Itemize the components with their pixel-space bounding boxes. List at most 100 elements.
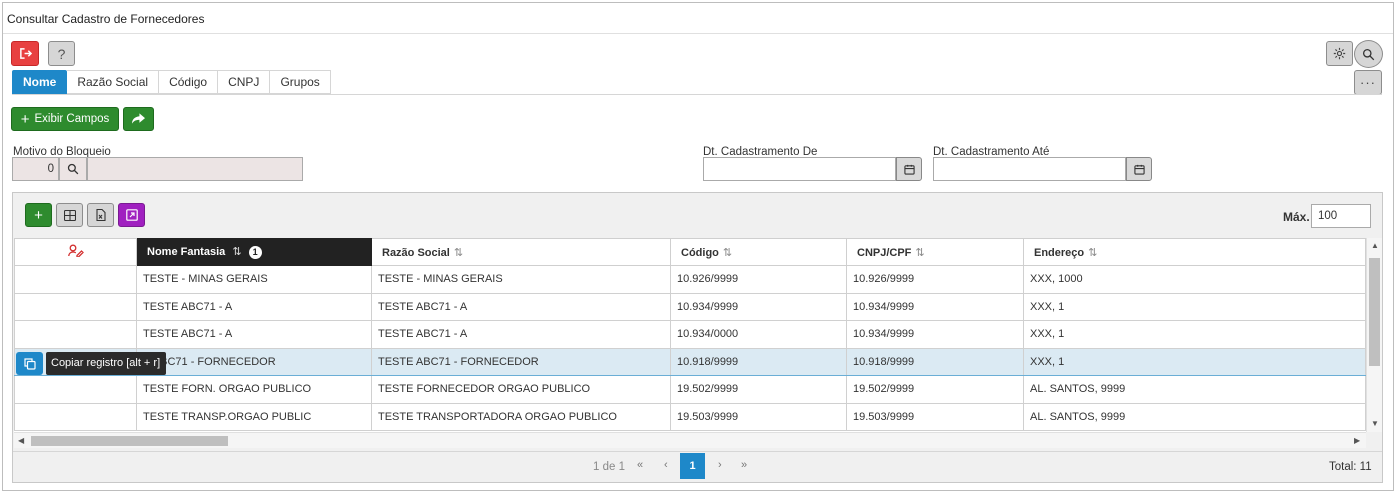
next-page-button[interactable]: › — [718, 459, 722, 471]
column-header-endereco[interactable]: Endereço ⇅ — [1023, 238, 1366, 266]
scroll-up-arrow-icon[interactable]: ▲ — [1371, 241, 1379, 250]
row-actions-cell[interactable] — [14, 320, 137, 349]
tabs-divider — [12, 94, 1382, 95]
share-arrow-icon — [132, 113, 145, 124]
cell-razao: TESTE ABC71 - A — [371, 292, 671, 321]
table-row[interactable]: TESTE TRANSP.ORGAO PUBLIC TESTE TRANSPORT… — [14, 402, 1366, 431]
scroll-left-arrow-icon[interactable]: ◀ — [18, 436, 24, 445]
results-table-wrapper: Nome Fantasia ⇅ 1 Razão Social ⇅ Código ⇅ … — [14, 238, 1366, 432]
exibir-campos-button[interactable]: + Exibir Campos — [11, 107, 119, 131]
dt-cadastramento-de-field[interactable] — [703, 157, 896, 181]
search-tabs: Nome Razão Social Código CNPJ Grupos — [12, 70, 331, 94]
column-header-label: Código — [681, 246, 719, 259]
sort-icon: ⇅ — [453, 246, 464, 259]
tab-nome[interactable]: Nome — [12, 70, 68, 94]
settings-button[interactable] — [1326, 41, 1353, 66]
table-row[interactable]: E ABC71 - FORNECEDOR TESTE ABC71 - FORNEC… — [14, 347, 1366, 376]
actions-column-header[interactable] — [14, 238, 137, 266]
cell-razao: TESTE - MINAS GERAIS — [371, 265, 671, 294]
sort-icon: ⇅ — [1088, 246, 1098, 259]
column-header-label: Nome Fantasia — [147, 246, 226, 258]
row-actions-cell[interactable] — [14, 375, 137, 404]
cell-codigo: 10.926/9999 — [670, 265, 847, 294]
exit-icon — [19, 48, 32, 59]
tab-cnpj[interactable]: CNPJ — [218, 70, 271, 94]
row-actions-cell[interactable] — [14, 265, 137, 294]
search-icon — [1362, 48, 1375, 60]
column-header-label: Razão Social — [382, 246, 450, 259]
report-button[interactable] — [118, 203, 145, 227]
column-header-nome-fantasia[interactable]: Nome Fantasia ⇅ 1 — [136, 238, 372, 266]
row-actions-cell[interactable] — [14, 402, 137, 431]
table-row[interactable]: TESTE FORN. ORGAO PUBLICO TESTE FORNECEDO… — [14, 375, 1366, 404]
scroll-down-arrow-icon[interactable]: ▼ — [1371, 419, 1379, 428]
horizontal-scroll-thumb[interactable] — [31, 436, 228, 446]
tab-grupos[interactable]: Grupos — [270, 70, 331, 94]
previous-page-button[interactable]: ‹ — [664, 459, 668, 471]
cell-razao: TESTE FORNECEDOR ORGAO PUBLICO — [371, 375, 671, 404]
vertical-scroll-thumb[interactable] — [1369, 258, 1380, 366]
column-header-codigo[interactable]: Código ⇅ — [670, 238, 847, 266]
cell-razao: TESTE ABC71 - FORNECEDOR — [371, 347, 671, 376]
cell-razao: TESTE TRANSPORTADORA ORGAO PUBLICO — [371, 402, 671, 431]
dt-cadastramento-ate-field[interactable] — [933, 157, 1126, 181]
plus-icon: + — [34, 206, 43, 224]
first-page-button[interactable]: « — [637, 459, 643, 471]
pagination-bar: 1 de 1 « ‹ 1 › » Total: 11 — [13, 451, 1382, 481]
copy-record-tooltip: Copiar registro [alt + r] — [46, 352, 166, 375]
more-options-button[interactable]: ··· — [1354, 70, 1382, 95]
results-grid-panel: + Máx. 100 Nome Fantasia ⇅ 1 Razão Socia… — [12, 192, 1383, 483]
cell-endereco: XXX, 1 — [1023, 347, 1366, 376]
table-row[interactable]: TESTE ABC71 - A TESTE ABC71 - A 10.934/999… — [14, 292, 1366, 321]
column-header-label: CNPJ/CPF — [857, 246, 912, 259]
scroll-right-arrow-icon[interactable]: ▶ — [1354, 436, 1360, 445]
search-icon — [67, 163, 79, 175]
vertical-scrollbar[interactable]: ▲ ▼ — [1366, 238, 1382, 432]
exibir-campos-label: Exibir Campos — [34, 113, 110, 125]
page-info: 1 de 1 — [593, 461, 625, 473]
motivo-lookup-button[interactable] — [59, 157, 87, 181]
cell-endereco: XXX, 1000 — [1023, 265, 1366, 294]
plus-icon: + — [20, 110, 30, 128]
cell-nome: TESTE ABC71 - A — [136, 320, 372, 349]
excel-file-icon — [95, 209, 106, 221]
grid-layout-icon — [63, 209, 76, 221]
column-header-label: Endereço — [1034, 246, 1085, 259]
motivo-bloqueio-code-field[interactable]: 0 — [12, 157, 59, 181]
row-actions-cell[interactable] — [14, 292, 137, 321]
cell-cnpj: 19.502/9999 — [846, 375, 1024, 404]
columns-layout-button[interactable] — [56, 203, 83, 227]
horizontal-scrollbar[interactable]: ◀ ▶ — [14, 432, 1366, 448]
last-page-button[interactable]: » — [741, 459, 747, 471]
edit-user-icon — [67, 244, 84, 258]
cell-nome: E ABC71 - FORNECEDOR — [136, 347, 372, 376]
total-records: Total: 11 — [1329, 461, 1372, 473]
tab-razao-social[interactable]: Razão Social — [67, 70, 160, 94]
max-records-input[interactable]: 100 — [1311, 204, 1371, 228]
results-table-body: TESTE - MINAS GERAIS TESTE - MINAS GERAIS… — [14, 265, 1366, 431]
tab-codigo[interactable]: Código — [159, 70, 219, 94]
calendar-icon — [1133, 164, 1145, 175]
cell-cnpj: 10.918/9999 — [846, 347, 1024, 376]
add-record-button[interactable]: + — [25, 203, 52, 227]
cell-cnpj: 10.934/9999 — [846, 292, 1024, 321]
copy-record-button[interactable] — [16, 352, 43, 375]
column-header-cnpj-cpf[interactable]: CNPJ/CPF ⇅ — [846, 238, 1024, 266]
search-button[interactable] — [1354, 40, 1383, 68]
table-row[interactable]: TESTE ABC71 - A TESTE ABC71 - A 10.934/000… — [14, 320, 1366, 349]
window-title: Consultar Cadastro de Fornecedores — [3, 3, 1393, 34]
current-page-button[interactable]: 1 — [680, 453, 705, 479]
cell-cnpj: 19.503/9999 — [846, 402, 1024, 431]
cell-nome: TESTE TRANSP.ORGAO PUBLIC — [136, 402, 372, 431]
table-row[interactable]: TESTE - MINAS GERAIS TESTE - MINAS GERAIS… — [14, 265, 1366, 294]
cell-codigo: 10.934/9999 — [670, 292, 847, 321]
column-header-razao-social[interactable]: Razão Social ⇅ — [371, 238, 671, 266]
dt-ate-calendar-button[interactable] — [1126, 157, 1152, 181]
sort-ascending-icon: ⇅ — [232, 246, 242, 258]
help-button[interactable]: ? — [48, 41, 75, 66]
share-button[interactable] — [123, 107, 154, 131]
cell-codigo: 10.918/9999 — [670, 347, 847, 376]
export-excel-button[interactable] — [87, 203, 114, 227]
dt-de-calendar-button[interactable] — [896, 157, 922, 181]
exit-button[interactable] — [11, 41, 39, 66]
